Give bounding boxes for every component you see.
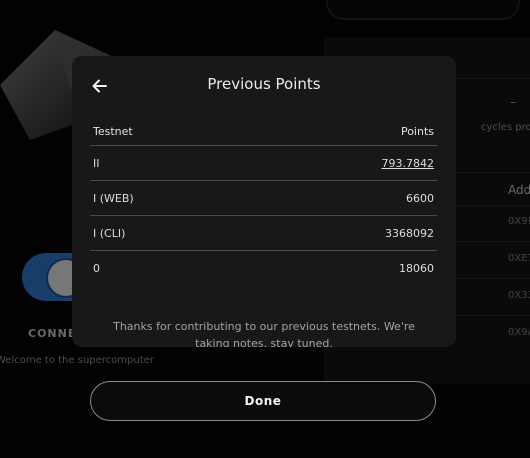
modal-title: Previous Points <box>207 75 321 93</box>
points-cell: 18060 <box>399 262 434 275</box>
done-button[interactable]: Done <box>90 381 436 421</box>
table-row: II 793.7842 <box>90 146 437 181</box>
points-table: Testnet Points II 793.7842 I (WEB) 6600 … <box>90 118 437 286</box>
testnet-cell: I (WEB) <box>93 191 134 205</box>
table-row: I (CLI) 3368092 <box>90 216 437 251</box>
testnet-cell: I (CLI) <box>93 226 126 240</box>
points-column-header: Points <box>400 125 434 138</box>
testnet-column-header: Testnet <box>93 125 133 138</box>
table-row: 0 18060 <box>90 251 437 286</box>
table-row: I (WEB) 6600 <box>90 181 437 216</box>
points-cell: 3368092 <box>385 226 434 240</box>
testnet-cell: 0 <box>93 262 100 275</box>
table-header: Testnet Points <box>90 118 437 146</box>
testnet-cell: II <box>93 156 100 170</box>
points-link[interactable]: 793.7842 <box>382 157 435 170</box>
thanks-message: Thanks for contributing to our previous … <box>113 320 415 347</box>
previous-points-modal: Previous Points Testnet Points II 793.78… <box>72 56 456 347</box>
points-cell: 6600 <box>406 191 434 205</box>
